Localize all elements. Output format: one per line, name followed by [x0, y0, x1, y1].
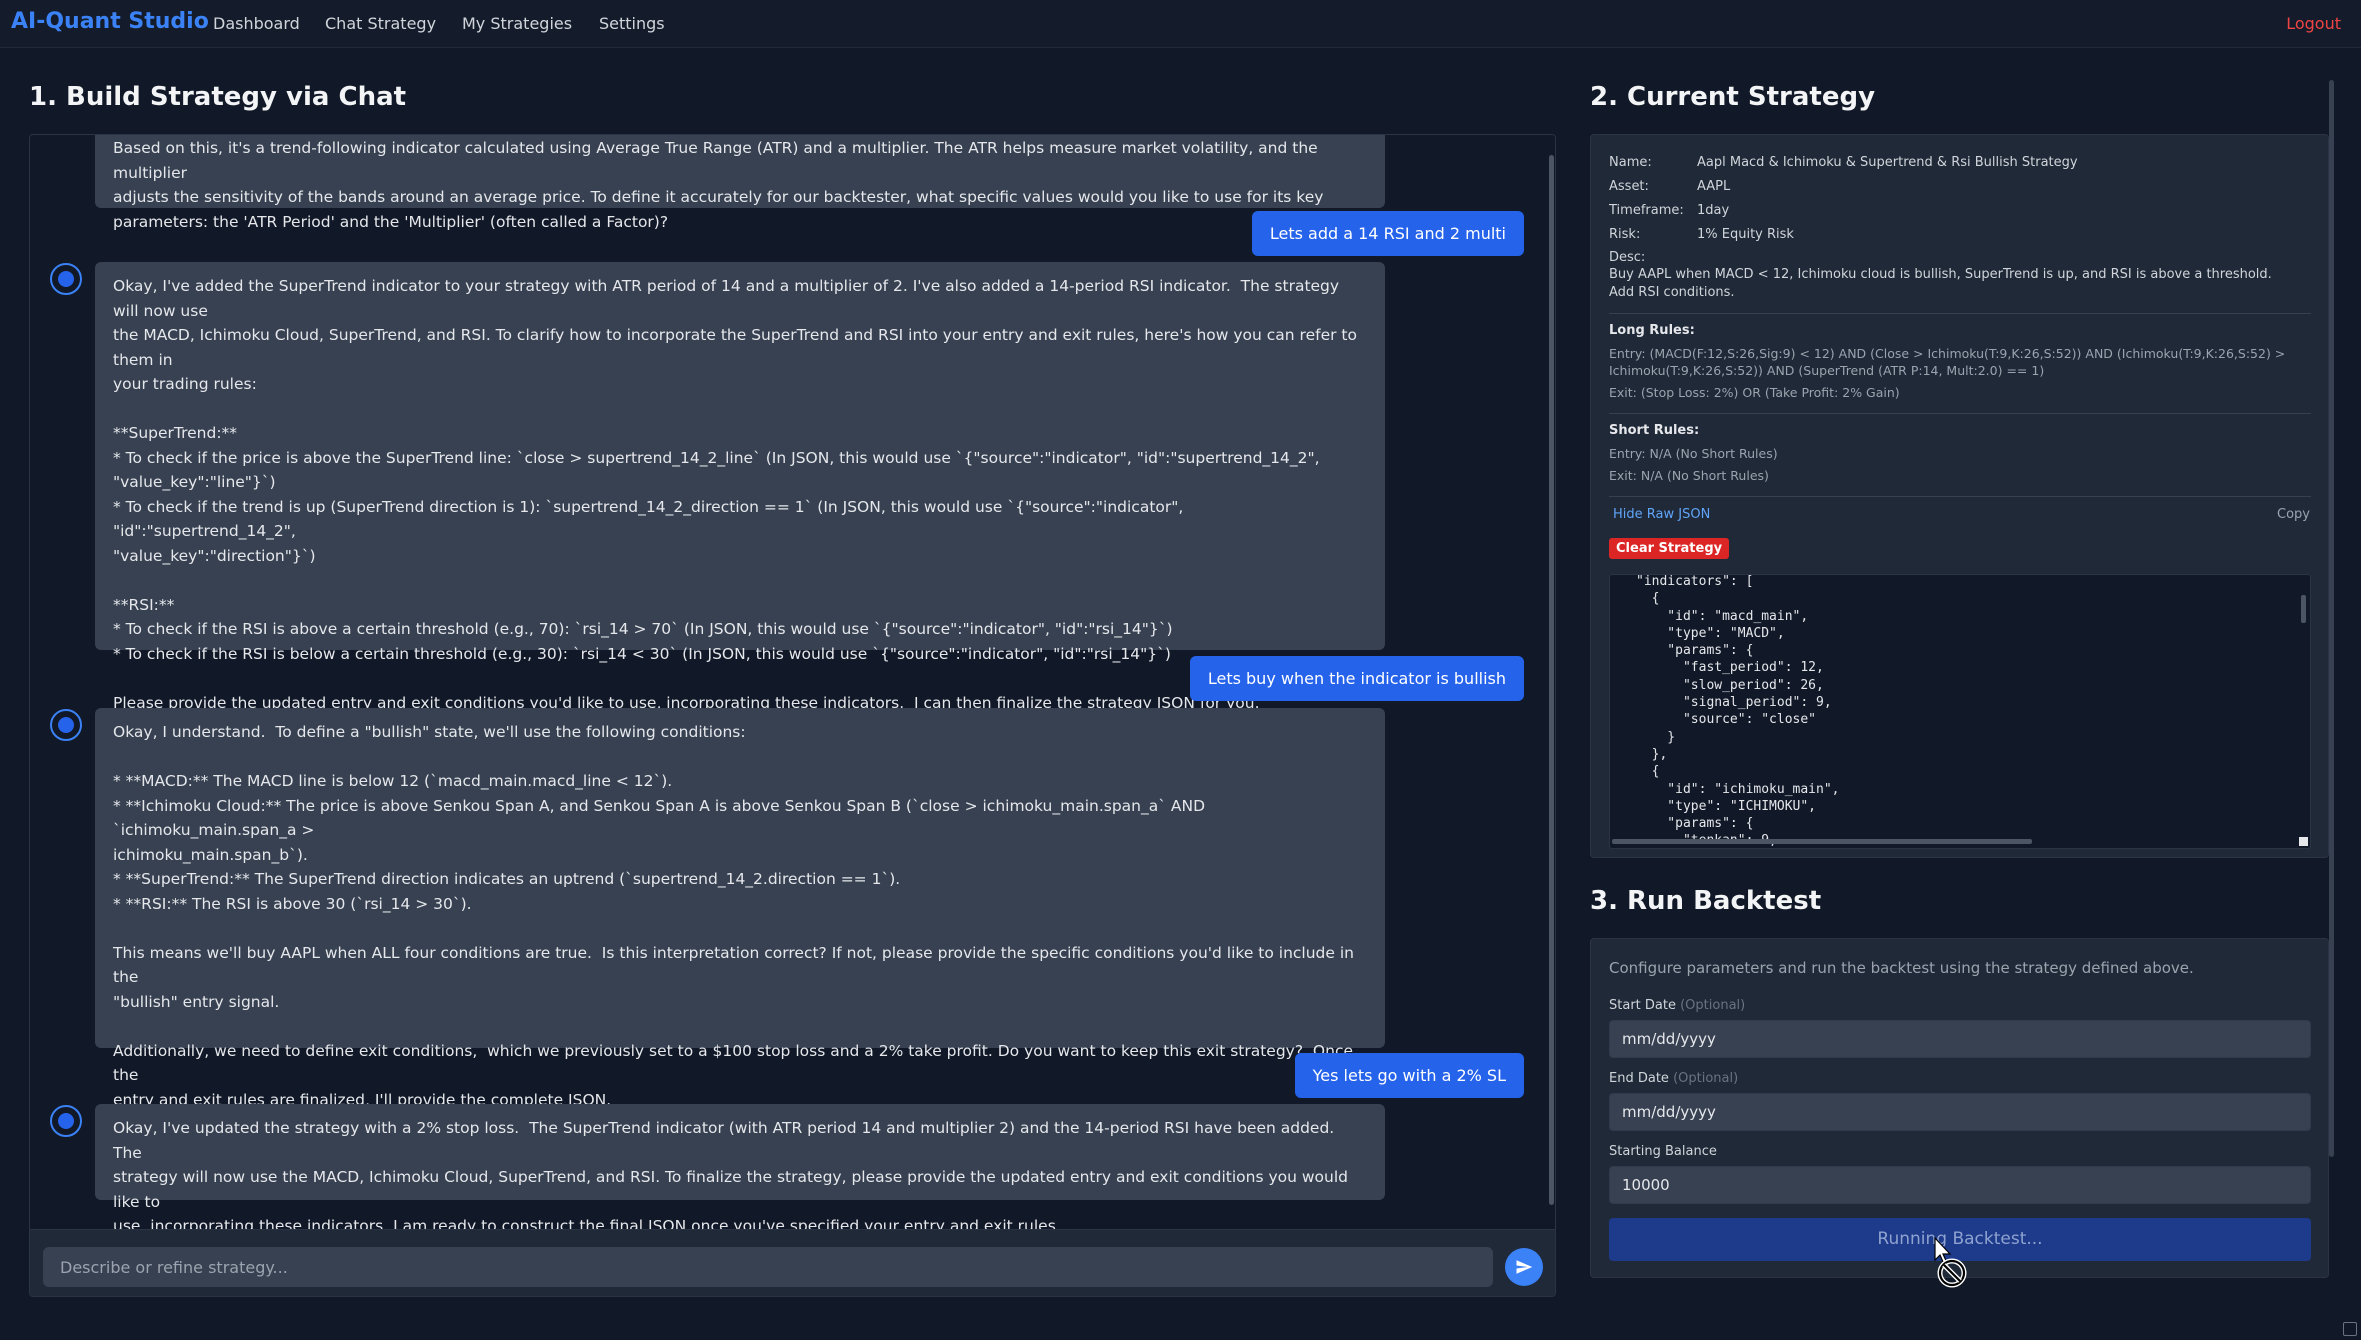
- optional-tag: (Optional): [1673, 1071, 1739, 1086]
- brand-logo[interactable]: AI-Quant Studio: [11, 9, 209, 34]
- nav-link-my-strategies[interactable]: My Strategies: [462, 14, 572, 33]
- start-date-input[interactable]: mm/dd/yyyy: [1609, 1020, 2311, 1058]
- bot-message: Okay, I understand. To define a "bullish…: [95, 708, 1385, 1109]
- strategy-asset: AAPL: [1697, 179, 1731, 194]
- starting-balance-input[interactable]: 10000: [1609, 1166, 2311, 1204]
- risk-label: Risk:: [1609, 227, 1641, 242]
- user-message: Yes lets go with a 2% SL: [1294, 1053, 1524, 1098]
- current-strategy-panel: Name: Aapl Macd & Ichimoku & Supertrend …: [1590, 134, 2329, 858]
- backtest-description: Configure parameters and run the backtes…: [1609, 959, 2194, 977]
- divider: [1609, 413, 2311, 414]
- short-exit-rule: Exit: N/A (No Short Rules): [1609, 468, 1769, 483]
- short-entry-rule: Entry: N/A (No Short Rules): [1609, 446, 1778, 461]
- long-entry-rule: Entry: (MACD(F:12,S:26,Sig:9) < 12) AND …: [1609, 346, 2286, 378]
- start-date-label-text: Start Date: [1609, 998, 1676, 1013]
- backtest-section-title: 3. Run Backtest: [1590, 886, 1822, 916]
- starting-balance-label: Starting Balance: [1609, 1144, 1717, 1159]
- bot-message: Okay, I've updated the strategy with a 2…: [95, 1104, 1385, 1229]
- logout-link[interactable]: Logout: [2286, 14, 2341, 33]
- not-allowed-cursor-icon: [1933, 1236, 1967, 1296]
- window-corner-icon: [2343, 1322, 2357, 1336]
- json-scrollbar-vertical[interactable]: [2301, 595, 2306, 623]
- strategy-section-title: 2. Current Strategy: [1590, 82, 1876, 112]
- user-message: Lets add a 14 RSI and 2 multi: [1251, 211, 1524, 256]
- long-rules-heading: Long Rules:: [1609, 323, 1695, 338]
- chat-input-bar: [30, 1229, 1555, 1296]
- user-message: Lets buy when the indicator is bullish: [1189, 656, 1524, 701]
- strategy-description: Buy AAPL when MACD < 12, Ichimoku cloud …: [1609, 267, 2272, 300]
- nav-link-dashboard[interactable]: Dashboard: [213, 14, 300, 33]
- resize-handle-icon[interactable]: [2299, 837, 2308, 846]
- clear-strategy-button[interactable]: Clear Strategy: [1609, 538, 1730, 559]
- copy-button[interactable]: Copy: [2277, 507, 2310, 522]
- divider: [1609, 496, 2311, 497]
- strategy-name: Aapl Macd & Ichimoku & Supertrend & Rsi …: [1697, 155, 2078, 170]
- chat-input[interactable]: [43, 1247, 1493, 1287]
- top-nav: AI-Quant Studio Dashboard Chat Strategy …: [0, 0, 2361, 48]
- nav-link-chat-strategy[interactable]: Chat Strategy: [325, 14, 436, 33]
- end-date-label-text: End Date: [1609, 1071, 1669, 1086]
- bot-avatar-icon: [50, 709, 82, 741]
- asset-label: Asset:: [1609, 179, 1649, 194]
- chat-section-title: 1. Build Strategy via Chat: [29, 82, 407, 112]
- bot-avatar-icon: [50, 263, 82, 295]
- send-button[interactable]: [1505, 1248, 1543, 1286]
- page-scrollbar[interactable]: [2329, 80, 2334, 1157]
- optional-tag: (Optional): [1680, 998, 1746, 1013]
- short-rules-heading: Short Rules:: [1609, 423, 1700, 438]
- name-label: Name:: [1609, 155, 1652, 170]
- bot-avatar-icon: [50, 1105, 82, 1137]
- strategy-timeframe: 1day: [1697, 203, 1730, 218]
- json-scrollbar-horizontal[interactable]: [1612, 839, 2032, 844]
- chat-scrollbar-thumb[interactable]: [1549, 155, 1554, 1205]
- send-icon: [1516, 1260, 1533, 1274]
- end-date-label: End Date (Optional): [1609, 1071, 1738, 1086]
- desc-label: Desc:: [1609, 250, 1646, 265]
- raw-json-text: "indicators": [ { "id": "macd_main", "ty…: [1636, 574, 1840, 848]
- strategy-risk: 1% Equity Risk: [1697, 227, 1794, 242]
- run-backtest-panel: Configure parameters and run the backtes…: [1590, 938, 2329, 1278]
- chat-panel: Based on this, it's a trend-following in…: [29, 134, 1556, 1297]
- end-date-input[interactable]: mm/dd/yyyy: [1609, 1093, 2311, 1131]
- bot-message: Based on this, it's a trend-following in…: [95, 135, 1385, 231]
- start-date-label: Start Date (Optional): [1609, 998, 1745, 1013]
- raw-json-viewer[interactable]: "indicators": [ { "id": "macd_main", "ty…: [1609, 574, 2311, 849]
- bot-message: Okay, I've added the SuperTrend indicato…: [95, 262, 1385, 712]
- chat-messages[interactable]: Based on this, it's a trend-following in…: [30, 135, 1549, 1229]
- timeframe-label: Timeframe:: [1609, 203, 1684, 218]
- long-exit-rule: Exit: (Stop Loss: 2%) OR (Take Profit: 2…: [1609, 385, 1900, 400]
- hide-raw-json-link[interactable]: Hide Raw JSON: [1613, 507, 1710, 522]
- divider: [1609, 313, 2311, 314]
- chat-scrollbar[interactable]: [1547, 135, 1555, 1229]
- nav-link-settings[interactable]: Settings: [599, 14, 665, 33]
